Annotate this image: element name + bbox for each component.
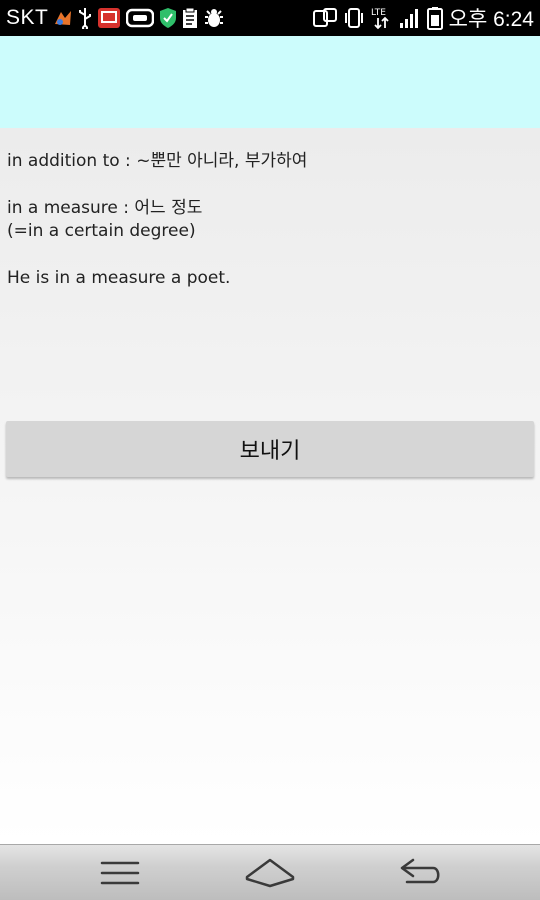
status-clock: 오후 6:24	[448, 8, 534, 31]
clipboard-icon	[182, 7, 198, 29]
home-button[interactable]	[240, 853, 300, 893]
vibrate-icon	[343, 7, 365, 29]
navigation-bar	[0, 844, 540, 900]
link-icon	[126, 7, 155, 29]
signal-bars-icon	[399, 7, 421, 29]
carrier-label: SKT	[6, 6, 49, 29]
battery-icon	[426, 6, 443, 30]
menu-icon	[100, 861, 140, 885]
definition-note-line: (=in a certain degree)	[7, 221, 196, 241]
screen-mirror-icon	[312, 7, 337, 29]
usb-icon	[78, 7, 92, 29]
back-icon	[400, 858, 440, 884]
definition-line: in addition to : ~뿐만 아니라, 부가하여	[7, 151, 308, 171]
header-band	[0, 36, 540, 128]
home-icon	[245, 858, 295, 888]
vocabulary-text: in addition to : ~뿐만 아니라, 부가하여 in a meas…	[7, 150, 527, 290]
definition-line: in a measure : 어느 정도	[7, 198, 203, 218]
send-button[interactable]: 보내기	[6, 421, 534, 477]
lte-label: LTE	[371, 8, 386, 18]
photo-app-icon	[97, 7, 121, 29]
content-area: in addition to : ~뿐만 아니라, 부가하여 in a meas…	[0, 128, 540, 844]
example-sentence-line: He is in a measure a poet.	[7, 268, 231, 288]
shield-icon	[159, 7, 177, 29]
menu-button[interactable]	[90, 853, 150, 893]
lte-signal-icon: LTE	[371, 6, 393, 30]
debug-icon	[203, 7, 225, 29]
app-notification-icon	[53, 8, 73, 28]
status-bar: SKT LTE 오후 6:24	[0, 0, 540, 36]
back-button[interactable]	[390, 853, 450, 893]
